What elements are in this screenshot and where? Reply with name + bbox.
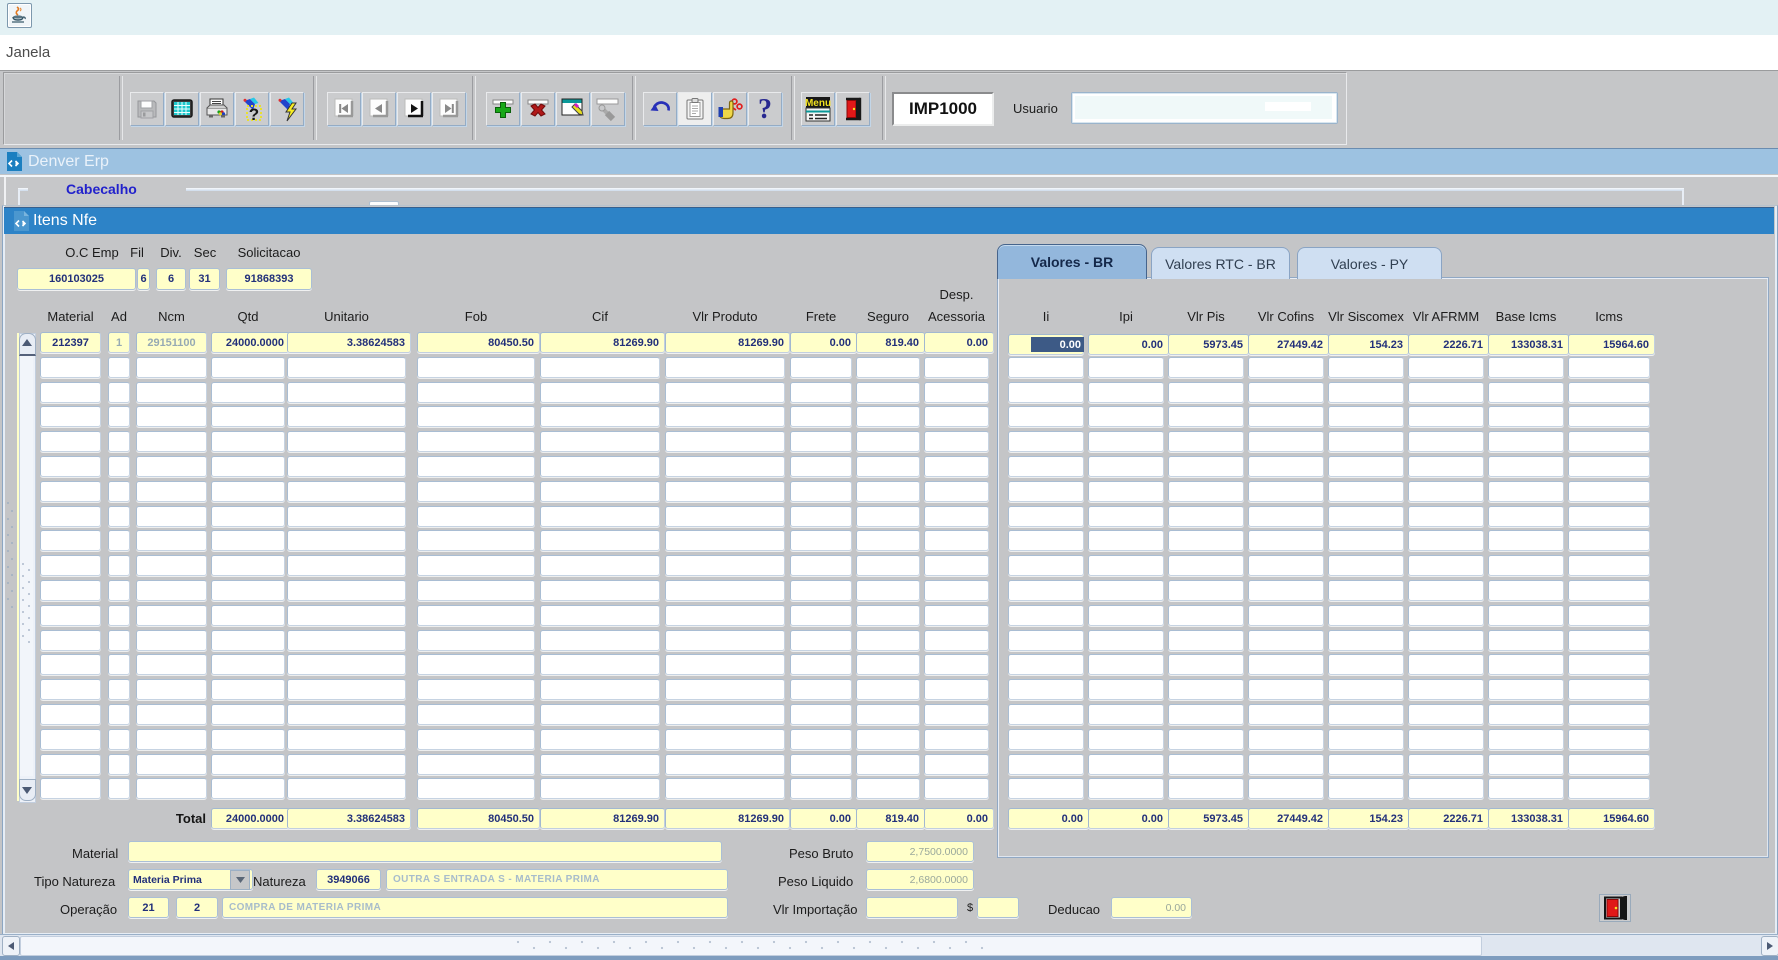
- svg-text:Menu: Menu: [805, 98, 831, 109]
- svg-text:?: ?: [249, 105, 259, 122]
- svg-text:?: ?: [758, 95, 772, 123]
